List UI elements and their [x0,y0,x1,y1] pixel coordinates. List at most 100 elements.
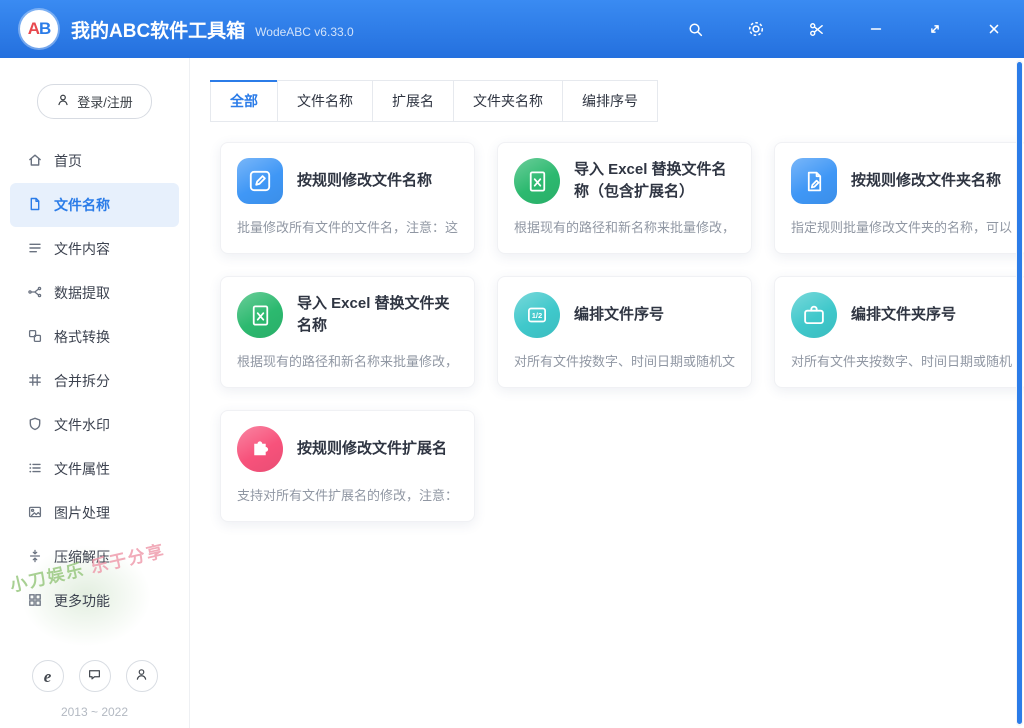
category-tabs: 全部 文件名称 扩展名 文件夹名称 编排序号 [210,80,1024,122]
card-description: 指定规则批量修改文件夹的名称，可以 [791,217,1012,236]
gear-icon [747,20,765,38]
sidebar-item-image-process[interactable]: 图片处理 [10,491,179,535]
main-layout: 登录/注册 首页 文件名称 文件内容 数据提取 格式转换 [0,58,1024,728]
svg-text:1/2: 1/2 [532,311,543,320]
card-number-files[interactable]: 1/2 编排文件序号 对所有文件按数字、时间日期或随机文 [497,276,752,388]
card-description: 根据现有的路径和新名称来批量修改， [514,217,735,236]
minimize-icon [868,21,884,37]
tab-numbering[interactable]: 编排序号 [562,80,658,122]
card-title: 按规则修改文件扩展名 [297,438,447,460]
sidebar-item-label: 文件水印 [54,415,110,435]
app-logo: AB [20,10,58,48]
data-extract-icon [27,284,43,303]
sidebar-item-file-attributes[interactable]: 文件属性 [10,447,179,491]
tab-file-names[interactable]: 文件名称 [277,80,373,122]
titlebar: AB 我的ABC软件工具箱 WodeABC v6.33.0 [0,0,1024,58]
close-icon [986,21,1002,37]
scrollbar-track[interactable] [1016,60,1023,726]
sidebar-item-label: 格式转换 [54,327,110,347]
card-title: 导入 Excel 替换文件名称（包含扩展名） [574,159,735,203]
sidebar-item-file-content[interactable]: 文件内容 [10,227,179,271]
sidebar-item-label: 文件属性 [54,459,110,479]
card-number-folders[interactable]: 编排文件夹序号 对所有文件夹按数字、时间日期或随机 [774,276,1024,388]
screenshot-button[interactable] [806,19,827,40]
sidebar: 登录/注册 首页 文件名称 文件内容 数据提取 格式转换 [0,58,190,728]
logo-letter-a: A [28,19,39,39]
sidebar-item-label: 文件内容 [54,239,110,259]
card-title: 导入 Excel 替换文件夹名称 [297,293,458,337]
feedback-button[interactable] [79,660,111,692]
file-content-icon [27,240,43,259]
sidebar-menu: 首页 文件名称 文件内容 数据提取 格式转换 合并拆分 [0,139,189,623]
tool-cards-grid: 按规则修改文件名称 批量修改所有文件的文件名，注意：这 导入 Excel 替换文… [220,142,980,522]
login-register-button[interactable]: 登录/注册 [37,84,152,119]
card-title: 编排文件夹序号 [851,304,956,326]
briefcase-icon [791,292,837,338]
card-title: 编排文件序号 [574,304,664,326]
copyright-text: 2013 ~ 2022 [0,705,189,719]
card-change-extensions[interactable]: 按规则修改文件扩展名 支持对所有文件扩展名的修改，注意： [220,410,475,522]
minimize-button[interactable] [866,19,886,39]
card-description: 根据现有的路径和新名称来批量修改， [237,351,458,370]
sidebar-item-label: 首页 [54,151,82,171]
card-excel-replace-folder-names[interactable]: 导入 Excel 替换文件夹名称 根据现有的路径和新名称来批量修改， [220,276,475,388]
watermark-icon [27,416,43,435]
card-title: 按规则修改文件夹名称 [851,170,1001,192]
sidebar-item-label: 压缩解压 [54,547,110,567]
number-badge-icon: 1/2 [514,292,560,338]
scissors-icon [808,21,825,38]
card-excel-replace-file-names[interactable]: 导入 Excel 替换文件名称（包含扩展名） 根据现有的路径和新名称来批量修改， [497,142,752,254]
sidebar-item-format-convert[interactable]: 格式转换 [10,315,179,359]
resize-icon [927,21,943,37]
user-icon [56,93,70,110]
sidebar-item-compress[interactable]: 压缩解压 [10,535,179,579]
search-button[interactable] [685,19,706,40]
home-icon [27,152,43,171]
share-button[interactable] [126,660,158,692]
app-title: 我的ABC软件工具箱 [71,16,245,43]
card-description: 支持对所有文件扩展名的修改，注意： [237,485,458,504]
file-attributes-icon [27,460,43,479]
sidebar-item-data-extract[interactable]: 数据提取 [10,271,179,315]
more-features-icon [27,592,43,611]
browser-link-button[interactable]: e [32,660,64,692]
sidebar-item-label: 数据提取 [54,283,110,303]
tab-all[interactable]: 全部 [210,80,278,122]
sidebar-item-file-name[interactable]: 文件名称 [10,183,179,227]
merge-split-icon [27,372,43,391]
sidebar-item-more-features[interactable]: 更多功能 [10,579,179,623]
sidebar-item-label: 更多功能 [54,591,110,611]
person-icon [134,667,149,686]
tab-extensions[interactable]: 扩展名 [372,80,454,122]
search-icon [687,21,704,38]
excel-swap-icon [237,292,283,338]
sidebar-item-label: 合并拆分 [54,371,110,391]
close-button[interactable] [984,19,1004,39]
card-rename-folders[interactable]: 按规则修改文件夹名称 指定规则批量修改文件夹的名称，可以 [774,142,1024,254]
titlebar-actions [685,18,1004,40]
card-description: 对所有文件夹按数字、时间日期或随机 [791,351,1012,370]
compress-icon [27,548,43,567]
sidebar-item-label: 图片处理 [54,503,110,523]
browser-icon: e [44,668,52,685]
card-title: 按规则修改文件名称 [297,170,432,192]
card-description: 对所有文件按数字、时间日期或随机文 [514,351,735,370]
sidebar-item-watermark[interactable]: 文件水印 [10,403,179,447]
main-content: 全部 文件名称 扩展名 文件夹名称 编排序号 按规则修改文件名称 批量修改所有文… [190,58,1024,728]
excel-swap-icon [514,158,560,204]
app-version: WodeABC v6.33.0 [255,25,354,39]
login-register-label: 登录/注册 [77,92,133,111]
tab-folder-names[interactable]: 文件夹名称 [453,80,563,122]
edit-folder-icon [791,158,837,204]
settings-button[interactable] [745,18,767,40]
logo-letter-b: B [39,19,50,39]
sidebar-bottom-actions: e [0,660,189,692]
card-rename-files[interactable]: 按规则修改文件名称 批量修改所有文件的文件名，注意：这 [220,142,475,254]
edit-file-icon [237,158,283,204]
card-description: 批量修改所有文件的文件名，注意：这 [237,217,458,236]
maximize-button[interactable] [925,19,945,39]
image-process-icon [27,504,43,523]
sidebar-item-merge-split[interactable]: 合并拆分 [10,359,179,403]
scrollbar-thumb[interactable] [1017,62,1022,724]
sidebar-item-home[interactable]: 首页 [10,139,179,183]
